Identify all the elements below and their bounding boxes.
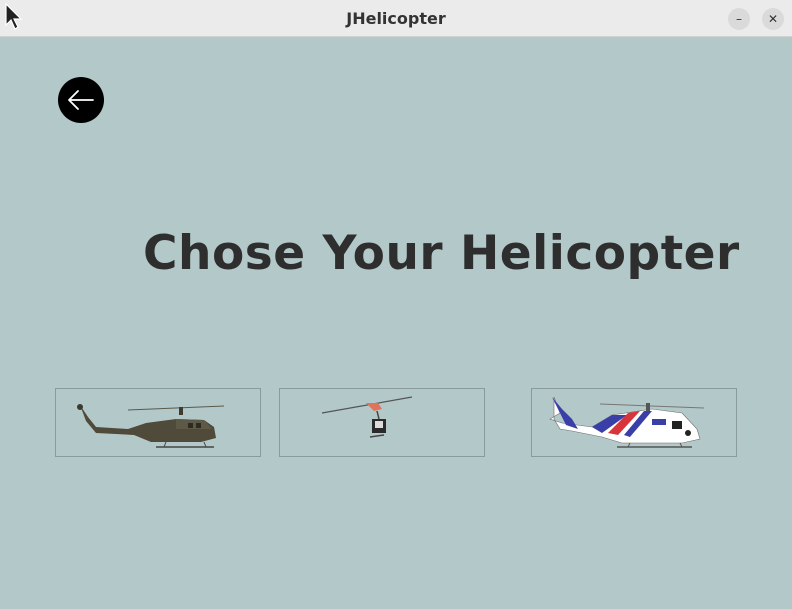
military-helicopter-icon [77,404,225,448]
small-helicopter-icon [321,396,413,438]
close-button[interactable]: ✕ [762,8,784,30]
minimize-button[interactable]: – [728,8,750,30]
medical-helicopter-icon [549,396,705,448]
window-title: JHelicopter [346,9,446,28]
back-button[interactable] [58,77,104,123]
helicopter-option-2[interactable] [279,388,485,457]
helicopter-option-3[interactable] [531,388,737,457]
helicopter-option-1[interactable] [55,388,261,457]
window-titlebar: JHelicopter – ✕ [0,0,792,37]
mouse-cursor-icon [5,3,22,30]
page-title: Chose Your Helicopter [143,226,740,281]
arrow-left-icon [68,90,94,110]
